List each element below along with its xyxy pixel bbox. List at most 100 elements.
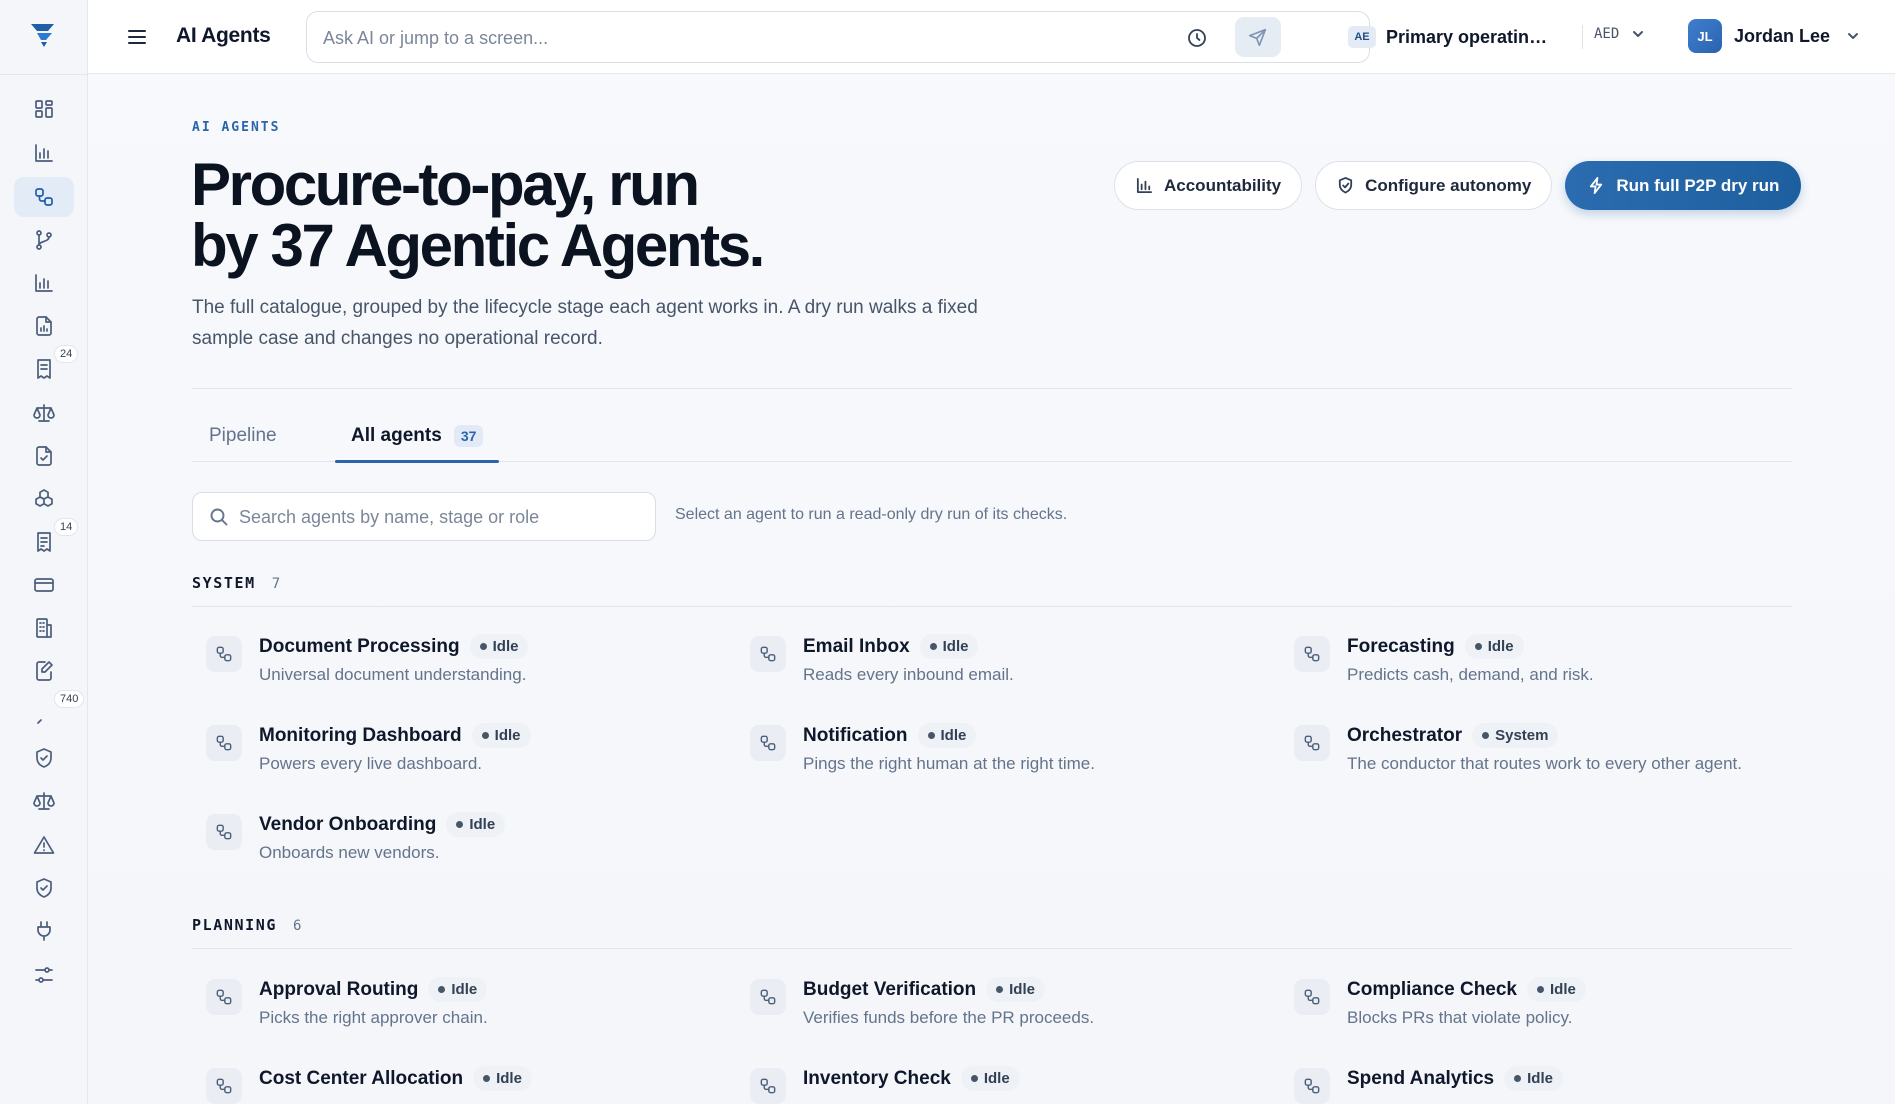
agent-card[interactable]: Notification Idle Pings the right human at… [750,723,1270,793]
agent-card[interactable]: Email Inbox Idle Reads every inbound email… [750,634,1270,704]
top-bar: AI Agents AE Primary operating e... AED … [88,0,1895,74]
main-panel: AI Agents AE Primary operating e... AED … [88,0,1895,1104]
rail-item-bar-chart[interactable] [14,133,74,173]
agent-icon [206,814,242,850]
agent-card[interactable]: Cost Center Allocation Idle [206,1066,726,1104]
rail-item-card[interactable] [14,565,74,605]
section-system-header: SYSTEM 7 [192,574,280,592]
plug-icon [37,921,51,941]
ask-ai-input[interactable] [323,24,1123,52]
status-badge: Idle [473,1066,532,1091]
agent-search-input[interactable] [239,503,639,531]
section-name: PLANNING [192,916,278,934]
agent-card[interactable]: Spend Analytics Idle [1294,1066,1814,1104]
brand-logo[interactable] [28,20,60,50]
tab-all-agents[interactable]: All agents 37 [335,410,500,463]
rail-item-report[interactable] [14,306,74,346]
status-badge: Idle [446,812,506,837]
agents-icon [760,1078,776,1094]
status-badge: Idle [917,723,977,748]
chevron-down-icon [1633,31,1644,37]
rail-item-warning[interactable] [14,825,74,865]
rail-item-building[interactable] [14,608,74,648]
send-button[interactable] [1235,17,1281,57]
status-dot [970,1075,978,1082]
agent-description: Picks the right approver chain. [259,1008,488,1027]
status-badge: Idle [1504,1066,1563,1091]
status-dot [929,643,937,650]
nav-rail: 24 14 740 [0,0,88,1104]
agent-card[interactable]: Forecasting Idle Predicts cash, demand, an… [1294,634,1814,704]
rail-item-boxes[interactable] [14,479,74,519]
configure-autonomy-label: Configure autonomy [1365,175,1532,195]
user-menu[interactable]: JL Jordan Lee [1688,19,1860,53]
status-dot [479,643,487,650]
rail-item-agents[interactable] [14,177,74,217]
accountability-button[interactable]: Accountability [1114,161,1303,210]
rail-item-shield-check[interactable] [14,868,74,908]
rail-item-sliders[interactable] [14,955,74,995]
agent-card[interactable]: Budget Verification Idle Verifies funds be… [750,977,1270,1047]
rail-item-scale[interactable] [14,393,74,433]
agent-card[interactable]: Vendor Onboarding Idle Onboards new vendor… [206,812,726,882]
agent-icon [1294,725,1330,761]
agent-card[interactable]: Compliance Check Idle Blocks PRs that viol… [1294,977,1814,1047]
rail-item-file-edit[interactable] [14,651,74,691]
chevron-down-icon [1848,33,1859,39]
bar-chart-icon [35,144,53,162]
agents-icon [216,735,232,751]
rail-item-invoice[interactable]: 14 [14,518,79,562]
agent-description: Verifies funds before the PR proceeds. [803,1008,1095,1027]
status-badge: Idle [986,977,1045,1002]
eyebrow-label: AI AGENTS [192,120,281,135]
agent-title-row: Spend Analytics Idle [1347,1066,1563,1091]
rail-item-branch[interactable] [14,220,74,260]
misc-icon [37,719,42,724]
entity-selector[interactable]: AE Primary operating e... [1348,22,1556,52]
agent-card[interactable]: Inventory Check Idle [750,1066,1270,1104]
agent-icon [750,725,786,761]
rail-item-grid[interactable] [14,89,74,129]
rail-item-misc[interactable]: 740 [14,690,85,734]
agent-name: Cost Center Allocation [259,1067,464,1089]
headline-line-1: Procure-to-pay, run [191,151,700,218]
rail-item-bar-chart[interactable] [14,263,74,303]
rail-item-plug[interactable] [14,911,74,951]
agent-card[interactable]: Monitoring Dashboard Idle Powers every liv… [206,723,726,793]
agent-card[interactable]: Approval Routing Idle Picks the right appr… [206,977,726,1047]
status-label: System [1495,727,1549,744]
agents-icon [1304,1078,1320,1094]
run-dry-run-button[interactable]: Run full P2P dry run [1565,161,1802,210]
agent-title-row: Approval Routing Idle [259,977,488,1002]
agents-icon [216,646,232,662]
card-icon [34,578,54,592]
rail-item-shield-check[interactable] [14,738,74,778]
agent-icon [750,1068,786,1104]
status-label: Idle [1527,1070,1553,1087]
history-icon[interactable] [1185,26,1209,50]
agent-card[interactable]: Orchestrator System The conductor that rou… [1294,723,1814,793]
rail-item-scale[interactable] [14,781,74,821]
bar-chart-icon [1136,177,1153,194]
agent-icon [206,636,242,672]
status-badge: Idle [469,634,529,659]
agent-card[interactable]: Document Processing Idle Universal documen… [206,634,726,704]
entity-flag: AE [1348,26,1376,48]
rail-item-receipt[interactable]: 24 [14,345,79,389]
agent-icon [750,636,786,672]
agent-title-row: Budget Verification Idle [803,977,1045,1002]
status-dot [481,732,489,739]
configure-autonomy-button[interactable]: Configure autonomy [1315,161,1553,210]
agent-name: Vendor Onboarding [259,813,437,835]
status-label: Idle [940,727,967,744]
status-dot [1537,986,1544,993]
tab-pipeline[interactable]: Pipeline [209,410,277,462]
menu-icon[interactable] [124,24,150,50]
currency-selector[interactable]: AED [1594,26,1645,42]
agents-icon [216,1078,232,1094]
agents-icon [760,989,776,1005]
agent-description: Onboards new vendors. [259,843,440,862]
agent-title-row: Document Processing Idle [259,634,529,659]
rail-item-file-check[interactable] [14,436,74,476]
agent-icon [1294,979,1330,1015]
